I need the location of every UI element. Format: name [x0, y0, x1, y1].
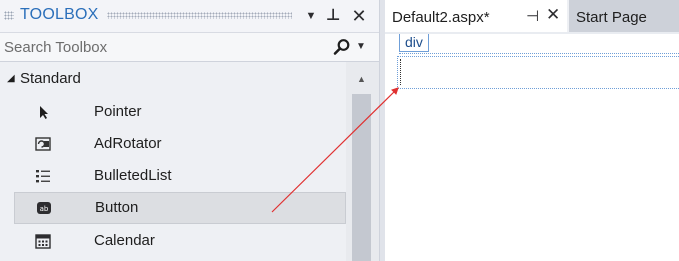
toolbox-item-button[interactable]: ab Button [14, 192, 346, 224]
close-icon[interactable]: ✕ [349, 5, 369, 27]
toolbox-panel: TOOLBOX ▼ ⊥ ✕ ▼ ◢ Standard Pointer [0, 0, 379, 261]
element-boundary [399, 53, 679, 54]
tab-label: Default2.aspx* [392, 9, 490, 26]
tab-default2-aspx[interactable]: Default2.aspx* ⊣ ✕ [385, 0, 567, 32]
document-tab-strip: Default2.aspx* ⊣ ✕ Start Page [385, 0, 679, 34]
toolbox-item-adrotator[interactable]: AdRotator [0, 128, 346, 160]
toolbox-item-calendar[interactable]: Calendar [0, 225, 346, 257]
toolbox-scrollbar[interactable]: ▲ [346, 62, 379, 261]
window-position-dropdown-icon[interactable]: ▼ [301, 5, 321, 27]
toolbox-item-bulletedlist[interactable]: BulletedList [0, 160, 346, 192]
insertion-caret [400, 59, 403, 85]
button-icon: ab [37, 202, 51, 214]
tab-label: Start Page [576, 9, 647, 26]
svg-text:ab: ab [40, 205, 49, 213]
grip-icon[interactable] [4, 11, 14, 20]
design-surface[interactable]: div [385, 34, 679, 261]
div-element[interactable] [397, 56, 679, 89]
adrotator-icon [35, 137, 51, 151]
item-label: BulletedList [94, 167, 172, 184]
search-options-dropdown-icon[interactable]: ▼ [356, 38, 366, 56]
toolbox-item-pointer[interactable]: Pointer [0, 96, 346, 128]
toolbox-list: ◢ Standard Pointer AdRotator BulletedLis… [0, 62, 346, 261]
search-input[interactable] [4, 37, 304, 57]
bulleted-list-icon [36, 170, 50, 183]
group-label: Standard [20, 70, 81, 87]
item-label: AdRotator [94, 135, 162, 152]
auto-hide-pin-icon[interactable]: ⊥ [323, 5, 343, 27]
pin-tab-icon[interactable]: ⊣ [526, 7, 539, 25]
group-header-standard[interactable]: ◢ Standard [0, 66, 346, 92]
item-label: Pointer [94, 103, 142, 120]
element-tag-label[interactable]: div [399, 34, 429, 52]
tab-start-page[interactable]: Start Page [569, 0, 679, 32]
expand-arrow-icon[interactable]: ◢ [7, 73, 15, 84]
scrollbar-thumb[interactable] [352, 94, 371, 261]
pointer-icon [40, 106, 48, 119]
close-tab-icon[interactable]: ✕ [546, 5, 560, 25]
search-icon[interactable] [333, 38, 351, 56]
scroll-up-icon[interactable]: ▲ [357, 74, 366, 84]
toolbox-title-bar[interactable]: TOOLBOX ▼ ⊥ ✕ [0, 0, 379, 33]
calendar-icon [35, 234, 51, 249]
toolbox-title: TOOLBOX [20, 6, 99, 23]
item-label: Button [95, 199, 139, 216]
item-label: Calendar [94, 232, 155, 249]
toolbox-search-bar: ▼ [0, 33, 379, 62]
title-bar-grip[interactable] [107, 12, 292, 19]
